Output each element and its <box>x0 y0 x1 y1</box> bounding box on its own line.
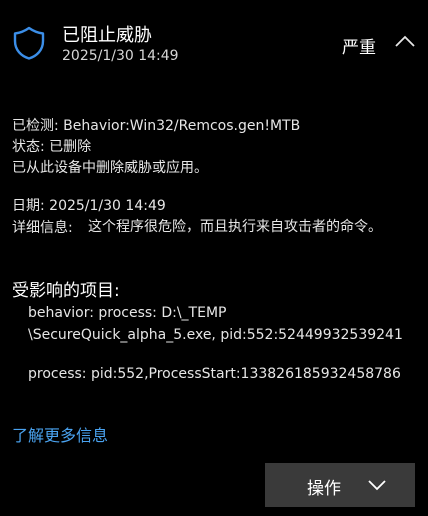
detected-label: 已检测: <box>12 118 59 134</box>
affected-item-line: behavior: process: D:\_TEMP <box>28 305 227 321</box>
status-note: 已从此设备中删除威胁或应用。 <box>12 160 208 176</box>
details-value: 这个程序很危险，而且执行来自攻击者的命令。 <box>88 219 382 235</box>
threat-header: 已阻止威胁 2025/1/30 14:49 严重 <box>0 0 428 80</box>
status-row: 状态: 已删除 <box>12 136 91 156</box>
status-label: 状态: <box>12 139 45 155</box>
affected-items-title: 受影响的项目: <box>12 281 120 301</box>
date-row: 日期: 2025/1/30 14:49 <box>12 195 166 215</box>
affected-item: process: pid:552,ProcessStart:1338261859… <box>28 363 418 385</box>
affected-item-line: process: pid:552,ProcessStart:1338261859… <box>28 366 401 382</box>
status-value: 已删除 <box>49 139 92 155</box>
chevron-down-icon <box>368 480 386 491</box>
learn-more-link[interactable]: 了解更多信息 <box>12 422 108 446</box>
chevron-up-icon[interactable] <box>393 31 417 51</box>
threat-notification-panel: 已阻止威胁 2025/1/30 14:49 严重 已检测: Behavior:W… <box>0 0 428 516</box>
severity-label: 严重 <box>342 38 376 58</box>
actions-button-label: 操作 <box>307 479 341 499</box>
threat-title: 已阻止威胁 <box>62 25 152 46</box>
affected-item: behavior: process: D:\_TEMP \SecureQuick… <box>28 302 418 346</box>
shield-icon <box>13 26 45 60</box>
detected-value: Behavior:Win32/Remcos.gen!MTB <box>63 118 301 134</box>
details-label: 详细信息: <box>12 220 73 236</box>
threat-timestamp: 2025/1/30 14:49 <box>62 48 179 64</box>
date-value: 2025/1/30 14:49 <box>49 198 166 214</box>
date-label: 日期: <box>12 198 45 214</box>
detected-row: 已检测: Behavior:Win32/Remcos.gen!MTB <box>12 115 300 135</box>
affected-item-line: \SecureQuick_alpha_5.exe, pid:552:524499… <box>28 327 403 343</box>
actions-button[interactable]: 操作 <box>265 463 415 507</box>
